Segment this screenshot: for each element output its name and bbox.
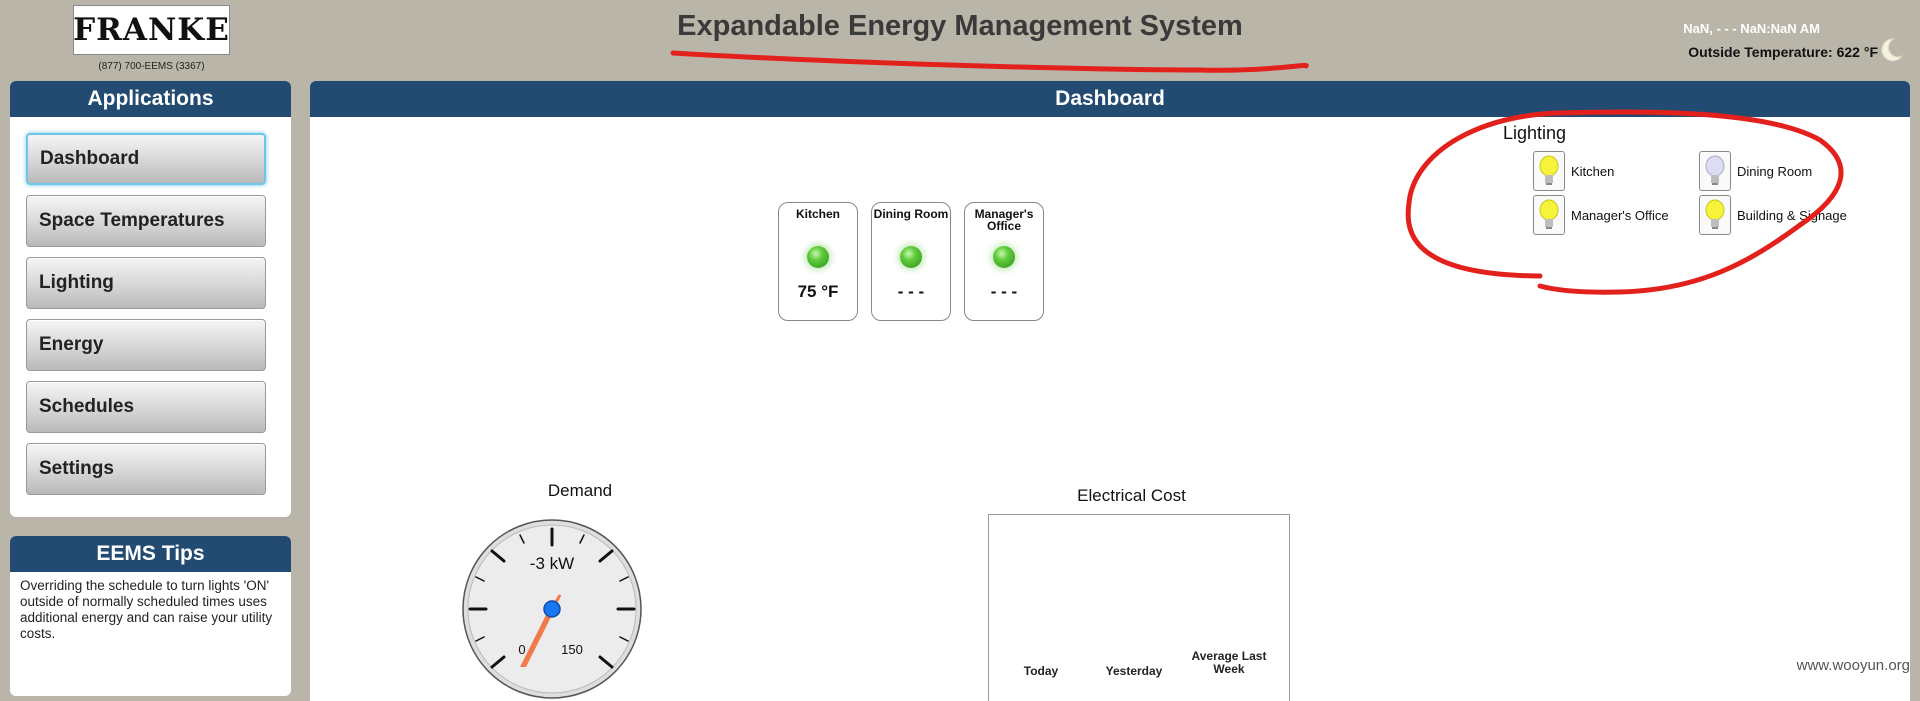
nav-schedules-button[interactable]: Schedules (26, 381, 266, 433)
tips-text: Overriding the schedule to turn lights '… (20, 578, 273, 641)
status-indicator (900, 246, 922, 268)
nav-dashboard-button[interactable]: Dashboard (26, 133, 266, 185)
status-indicator (807, 246, 829, 268)
app-title: Expandable Energy Management System (677, 10, 1243, 42)
light-label: Kitchen (1571, 163, 1615, 179)
cost-label-average-last-week: Average Last Week (1191, 649, 1267, 676)
lighting-title: Lighting (1503, 123, 1567, 143)
applications-title: Applications (10, 81, 291, 117)
demand-gauge: -3 kW 0 150 (462, 519, 642, 699)
moon-icon (1881, 38, 1904, 62)
bulb-on-icon (1699, 195, 1731, 235)
demand-title: Demand (547, 481, 613, 500)
watermark-text: www.wooyun.org (1796, 657, 1910, 674)
gauge-tick-label: 150 (561, 642, 583, 657)
room-temperature: - - - (897, 282, 925, 301)
phone-number: (877) 700-EEMS (3367) (98, 61, 205, 72)
room-card-managers-office[interactable]: Manager's Office - - - (964, 202, 1044, 321)
room-card-kitchen[interactable]: Kitchen 75 °F (778, 202, 858, 321)
cost-label-today: Today (1023, 664, 1059, 678)
light-label: Building & Signage (1737, 207, 1847, 223)
room-name: Kitchen (795, 207, 840, 221)
tips-title: EEMS Tips (10, 536, 291, 572)
demand-value: -3 kW (530, 554, 574, 573)
light-managers-office-toggle[interactable]: Manager's Office (1533, 195, 1669, 235)
light-label: Manager's Office (1571, 207, 1669, 223)
electrical-cost-title: Electrical Cost (1077, 486, 1186, 505)
light-dining-room-toggle[interactable]: Dining Room (1699, 151, 1812, 191)
dashboard-panel: Dashboard Kitchen 75 °F Dining Room - - … (310, 81, 1910, 701)
nav-energy-button[interactable]: Energy (26, 319, 266, 371)
room-name: Dining Room (873, 207, 949, 221)
bulb-on-icon (1533, 151, 1565, 191)
room-temperature: - - - (990, 282, 1018, 301)
applications-panel: Applications Dashboard Space Temperature… (10, 81, 291, 517)
bulb-off-icon (1699, 151, 1731, 191)
dashboard-title: Dashboard (310, 81, 1910, 117)
room-temperature: 75 °F (797, 282, 839, 301)
light-building-signage-toggle[interactable]: Building & Signage (1699, 195, 1847, 235)
electrical-cost-chart: Today Yesterday Average Last Week (988, 514, 1290, 701)
cost-label-yesterday: Yesterday (1105, 664, 1163, 678)
nav-settings-button[interactable]: Settings (26, 443, 266, 495)
datetime-display: NaN, - - - NaN:NaN AM (1683, 21, 1820, 36)
eems-tips-panel: EEMS Tips Overriding the schedule to tur… (10, 536, 291, 696)
bulb-on-icon (1533, 195, 1565, 235)
gauge-tick-label: 0 (518, 642, 525, 657)
light-label: Dining Room (1737, 163, 1813, 179)
room-name: Manager's Office (974, 207, 1034, 233)
status-indicator (993, 246, 1015, 268)
outside-temperature: Outside Temperature: 622 °F (1688, 44, 1878, 60)
light-kitchen-toggle[interactable]: Kitchen (1533, 151, 1614, 191)
room-card-dining-room[interactable]: Dining Room - - - (871, 202, 951, 321)
nav-lighting-button[interactable]: Lighting (26, 257, 266, 309)
nav-space-temperatures-button[interactable]: Space Temperatures (26, 195, 266, 247)
